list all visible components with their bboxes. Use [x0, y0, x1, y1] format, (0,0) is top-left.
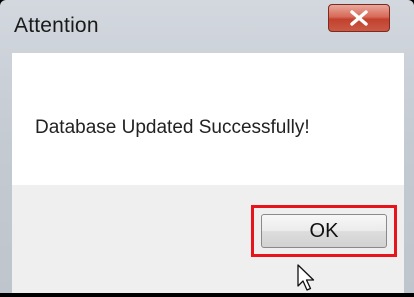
- close-icon: [329, 5, 389, 31]
- close-button[interactable]: [328, 4, 390, 32]
- mouse-pointer-icon: [296, 264, 320, 292]
- ok-button[interactable]: OK: [261, 214, 387, 248]
- dialog-footer: OK: [12, 185, 404, 293]
- dialog-message: Database Updated Successfully!: [35, 117, 310, 138]
- dialog-content: Database Updated Successfully! OK: [12, 53, 404, 293]
- ok-button-highlight: OK: [251, 205, 397, 257]
- message-dialog: Attention Database Updated Successfully!…: [0, 0, 414, 293]
- dialog-title: Attention: [14, 14, 99, 37]
- title-bar[interactable]: Attention: [0, 0, 414, 46]
